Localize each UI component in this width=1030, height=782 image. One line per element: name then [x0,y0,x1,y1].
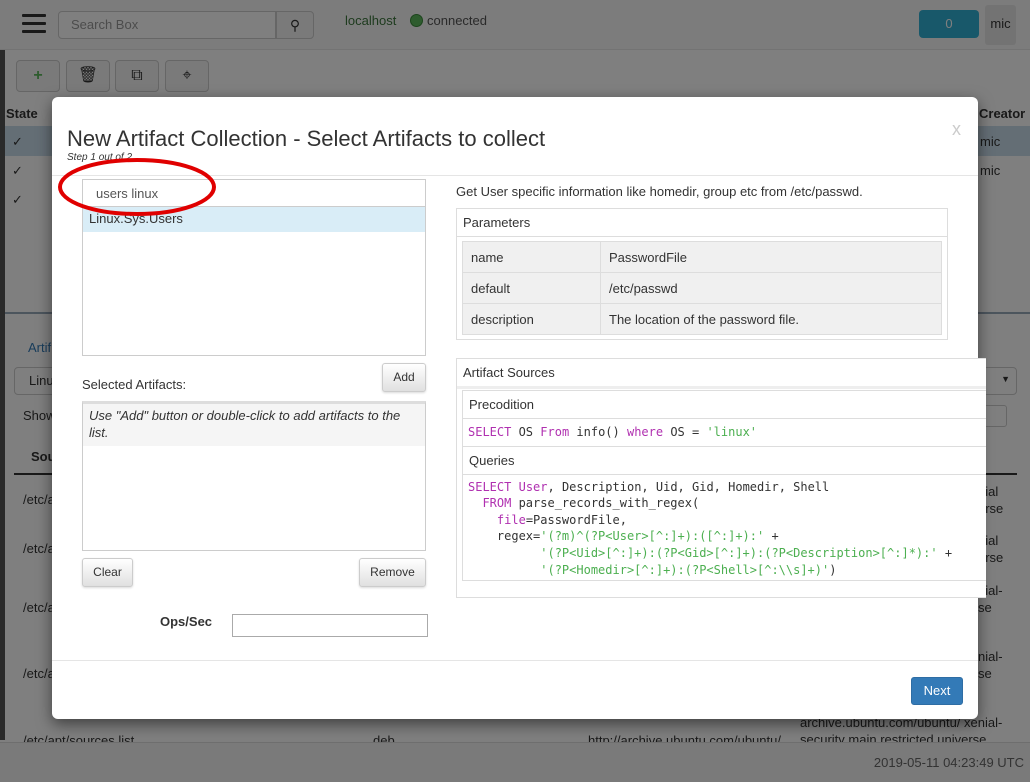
selected-artifacts-label: Selected Artifacts: [82,377,187,392]
next-button[interactable]: Next [911,677,963,705]
add-button[interactable]: Add [382,363,426,392]
param-name: name [462,241,601,273]
parameters-panel: Parameters name PasswordFile default/etc/… [456,208,948,340]
ops-sec-label: Ops/Sec [160,614,213,629]
artifact-description: Get User specific information like homed… [456,184,863,199]
table-row: description The location of the password … [462,303,942,335]
ops-sec-input[interactable] [232,614,428,637]
param-value: The location of the password file. [600,303,942,335]
parameters-table: name PasswordFile default/etc/passwd desc… [462,241,942,335]
query-code: SELECT User, Description, Uid, Gid, Home… [468,479,953,577]
sources-heading: Artifact Sources [457,359,986,389]
empty-hint: Use "Add" button or double-click to add … [83,404,425,446]
selected-artifacts-list[interactable]: Use "Add" button or double-click to add … [82,401,426,551]
clear-button[interactable]: Clear [82,558,133,587]
param-name: default [462,272,601,304]
precondition-heading: Precodition [463,391,986,419]
table-row: name PasswordFile [462,241,942,273]
param-value: PasswordFile [600,241,942,273]
close-button[interactable]: x [952,119,961,140]
artifact-results-list[interactable]: Linux.Sys.Users [82,206,426,356]
modal-title: New Artifact Collection - Select Artifac… [67,126,546,151]
footer-divider [52,660,978,661]
parameters-heading: Parameters [457,209,947,237]
source-panel: Precodition SELECT OS From info() where … [462,390,986,581]
precondition-code: SELECT OS From info() where OS = 'linux' [463,419,986,447]
remove-button[interactable]: Remove [359,558,426,587]
annotation-ellipse [58,158,216,216]
param-value: /etc/passwd [600,272,942,304]
param-name: description [462,303,601,335]
artifact-sources-panel: Artifact Sources Precodition SELECT OS F… [456,358,986,598]
queries-heading: Queries [463,446,986,475]
table-row: default/etc/passwd [462,272,942,304]
